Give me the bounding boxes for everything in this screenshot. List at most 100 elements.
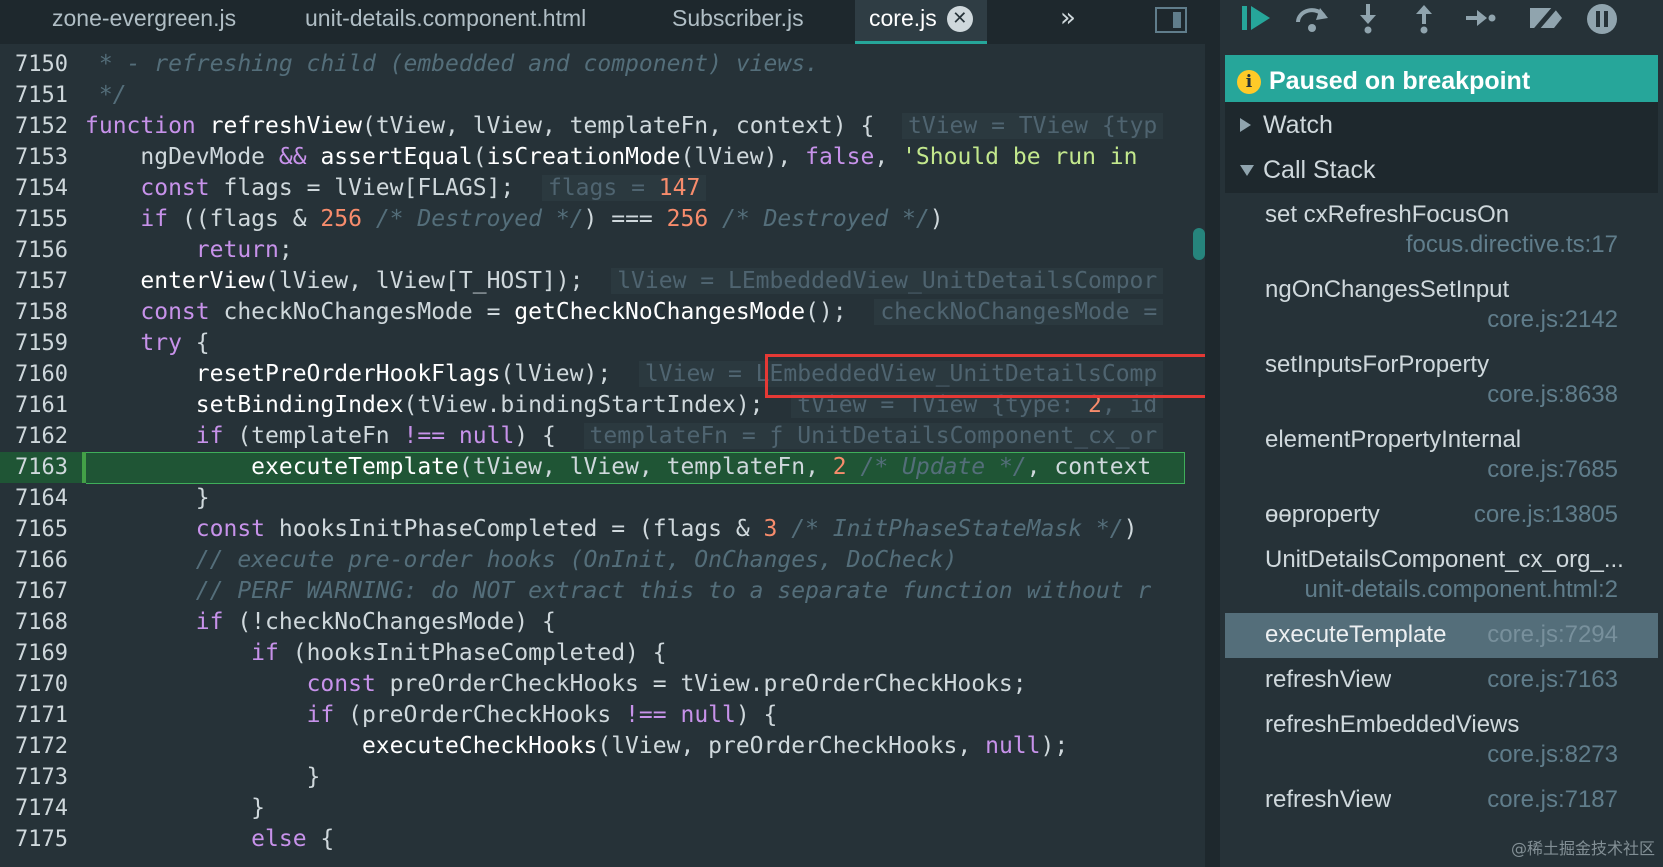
code-line[interactable]: 7167 // PERF WARNING: do NOT extract thi…	[0, 576, 1205, 607]
line-number[interactable]: 7162	[0, 421, 68, 452]
code-text: if ((flags & 256 /* Destroyed */) === 25…	[140, 206, 944, 232]
code-line[interactable]: 7174 }	[0, 793, 1205, 824]
line-number[interactable]: 7166	[0, 545, 68, 576]
code-line[interactable]: 7171 if (preOrderCheckHooks !== null) {	[0, 700, 1205, 731]
call-stack-frame[interactable]: ɵɵproperty core.js:13805	[1225, 493, 1658, 538]
call-stack-frame[interactable]: refreshView core.js:7187	[1225, 778, 1658, 823]
code-line[interactable]: 7164 }	[0, 483, 1205, 514]
line-number[interactable]: 7154	[0, 173, 68, 204]
code-line[interactable]: 7157 enterView(lView, lView[T_HOST]); lV…	[0, 266, 1205, 297]
scrollbar-thumb[interactable]	[1193, 228, 1205, 260]
tab-subscriber[interactable]: Subscriber.js	[672, 0, 804, 44]
frame-location[interactable]: core.js:8273	[1487, 741, 1618, 769]
line-number[interactable]: 7156	[0, 235, 68, 266]
line-number[interactable]: 7161	[0, 390, 68, 421]
line-number[interactable]: 7153	[0, 142, 68, 173]
code-text: executeTemplate(tView, lView, templateFn…	[251, 454, 1152, 480]
step-into-icon[interactable]	[1348, 2, 1388, 40]
line-number[interactable]: 7170	[0, 669, 68, 700]
line-number[interactable]: 7155	[0, 204, 68, 235]
line-number[interactable]: 7151	[0, 80, 68, 111]
line-number[interactable]: 7159	[0, 328, 68, 359]
frame-location[interactable]: core.js:13805	[1474, 501, 1618, 529]
code-line[interactable]: 7169 if (hooksInitPhaseCompleted) {	[0, 638, 1205, 669]
code-line[interactable]: 7166 // execute pre-order hooks (OnInit,…	[0, 545, 1205, 576]
line-number[interactable]: 7173	[0, 762, 68, 793]
line-number[interactable]: 7171	[0, 700, 68, 731]
code-line[interactable]: 7158 const checkNoChangesMode = getCheck…	[0, 297, 1205, 328]
code-text: return;	[195, 237, 293, 263]
frame-location[interactable]: core.js:7187	[1487, 786, 1618, 814]
code-line[interactable]: 7150 * - refreshing child (embedded and …	[0, 49, 1205, 80]
call-stack-frame[interactable]: refreshEmbeddedViews core.js:8273	[1225, 703, 1658, 778]
code-line[interactable]: 7170 const preOrderCheckHooks = tView.pr…	[0, 669, 1205, 700]
editor-tab-bar: zone-evergreen.js unit-details.component…	[0, 0, 1205, 44]
line-number[interactable]: 7168	[0, 607, 68, 638]
code-line[interactable]: 7172 executeCheckHooks(lView, preOrderCh…	[0, 731, 1205, 762]
frame-location[interactable]: core.js:8638	[1487, 381, 1618, 409]
frame-location[interactable]: core.js:2142	[1487, 306, 1618, 334]
tab-unit-details-component[interactable]: unit-details.component.html	[305, 0, 586, 44]
call-stack-frame[interactable]: set cxRefreshFocusOn focus.directive.ts:1…	[1225, 193, 1658, 268]
code-area[interactable]: 7150 * - refreshing child (embedded and …	[0, 49, 1205, 855]
frame-function-name: refreshView	[1265, 786, 1392, 813]
toggle-panel-icon[interactable]	[1155, 7, 1187, 33]
line-number[interactable]: 7150	[0, 49, 68, 80]
code-line[interactable]: 7162 if (templateFn !== null) { template…	[0, 421, 1205, 452]
call-stack-frame[interactable]: executeTemplate core.js:7294	[1225, 613, 1658, 658]
more-tabs-icon[interactable]: »	[1060, 0, 1076, 40]
code-editor[interactable]: zone-evergreen.js unit-details.component…	[0, 0, 1205, 867]
line-number[interactable]: 7164	[0, 483, 68, 514]
call-stack-frame[interactable]: setInputsForProperty core.js:8638	[1225, 343, 1658, 418]
tab-label: zone-evergreen.js	[52, 5, 237, 31]
call-stack-frame[interactable]: elementPropertyInternal core.js:7685	[1225, 418, 1658, 493]
call-stack-section-header[interactable]: Call Stack	[1225, 147, 1658, 193]
code-line[interactable]: 7165 const hooksInitPhaseCompleted = (fl…	[0, 514, 1205, 545]
step-over-icon[interactable]	[1292, 2, 1332, 40]
call-stack-frame[interactable]: UnitDetailsComponent_cx_org_... unit-deta…	[1225, 538, 1658, 613]
frame-location[interactable]: focus.directive.ts:17	[1406, 231, 1618, 259]
line-number[interactable]: 7158	[0, 297, 68, 328]
line-number[interactable]: 7172	[0, 731, 68, 762]
step-icon[interactable]	[1460, 2, 1500, 40]
code-line[interactable]: 7152 function refreshView(tView, lView, t…	[0, 111, 1205, 142]
line-number[interactable]: 7167	[0, 576, 68, 607]
line-number[interactable]: 7174	[0, 793, 68, 824]
panel-divider[interactable]	[1205, 0, 1220, 867]
code-line[interactable]: 7154 const flags = lView[FLAGS]; flags =…	[0, 173, 1205, 204]
code-line[interactable]: 7168 if (!checkNoChangesMode) {	[0, 607, 1205, 638]
pause-on-exceptions-icon[interactable]	[1582, 2, 1622, 40]
frame-function-name: refreshEmbeddedViews	[1265, 711, 1520, 738]
line-number[interactable]: 7160	[0, 359, 68, 390]
step-out-icon[interactable]	[1404, 2, 1444, 40]
line-number[interactable]: 7152	[0, 111, 68, 142]
code-text: function refreshView(tView, lView, templ…	[85, 111, 1164, 142]
tab-zone-evergreen[interactable]: zone-evergreen.js	[52, 0, 236, 44]
frame-location[interactable]: core.js:7685	[1487, 456, 1618, 484]
frame-location[interactable]: core.js:7294	[1487, 621, 1618, 649]
line-number[interactable]: 7175	[0, 824, 68, 855]
deactivate-breakpoints-icon[interactable]	[1526, 2, 1566, 40]
code-line[interactable]: 7153 ngDevMode && assertEqual(isCreation…	[0, 142, 1205, 173]
code-line[interactable]: 7156 return;	[0, 235, 1205, 266]
code-text: enterView(lView, lView[T_HOST]); lView =…	[85, 266, 1164, 297]
code-line-current[interactable]: 7163 executeTemplate(tView, lView, templ…	[0, 452, 1205, 484]
code-line[interactable]: 7173 }	[0, 762, 1205, 793]
watch-section-header[interactable]: Watch	[1225, 102, 1658, 148]
line-number[interactable]: 7165	[0, 514, 68, 545]
resume-icon[interactable]	[1238, 2, 1278, 40]
tab-core-js[interactable]: core.js ✕	[855, 0, 987, 44]
frame-location[interactable]: unit-details.component.html:2	[1305, 576, 1619, 604]
code-line[interactable]: 7175 else {	[0, 824, 1205, 855]
frame-location[interactable]: core.js:7163	[1487, 666, 1618, 694]
collapse-icon	[1240, 165, 1254, 176]
call-stack-frame[interactable]: refreshView core.js:7163	[1225, 658, 1658, 703]
line-number[interactable]: 7169	[0, 638, 68, 669]
close-icon[interactable]: ✕	[946, 6, 973, 32]
line-number[interactable]: 7157	[0, 266, 68, 297]
info-icon: i	[1237, 70, 1261, 94]
call-stack-frame[interactable]: ngOnChangesSetInput core.js:2142	[1225, 268, 1658, 343]
code-line[interactable]: 7151 */	[0, 80, 1205, 111]
code-line[interactable]: 7155 if ((flags & 256 /* Destroyed */) =…	[0, 204, 1205, 235]
line-number[interactable]: 7163	[0, 452, 68, 483]
